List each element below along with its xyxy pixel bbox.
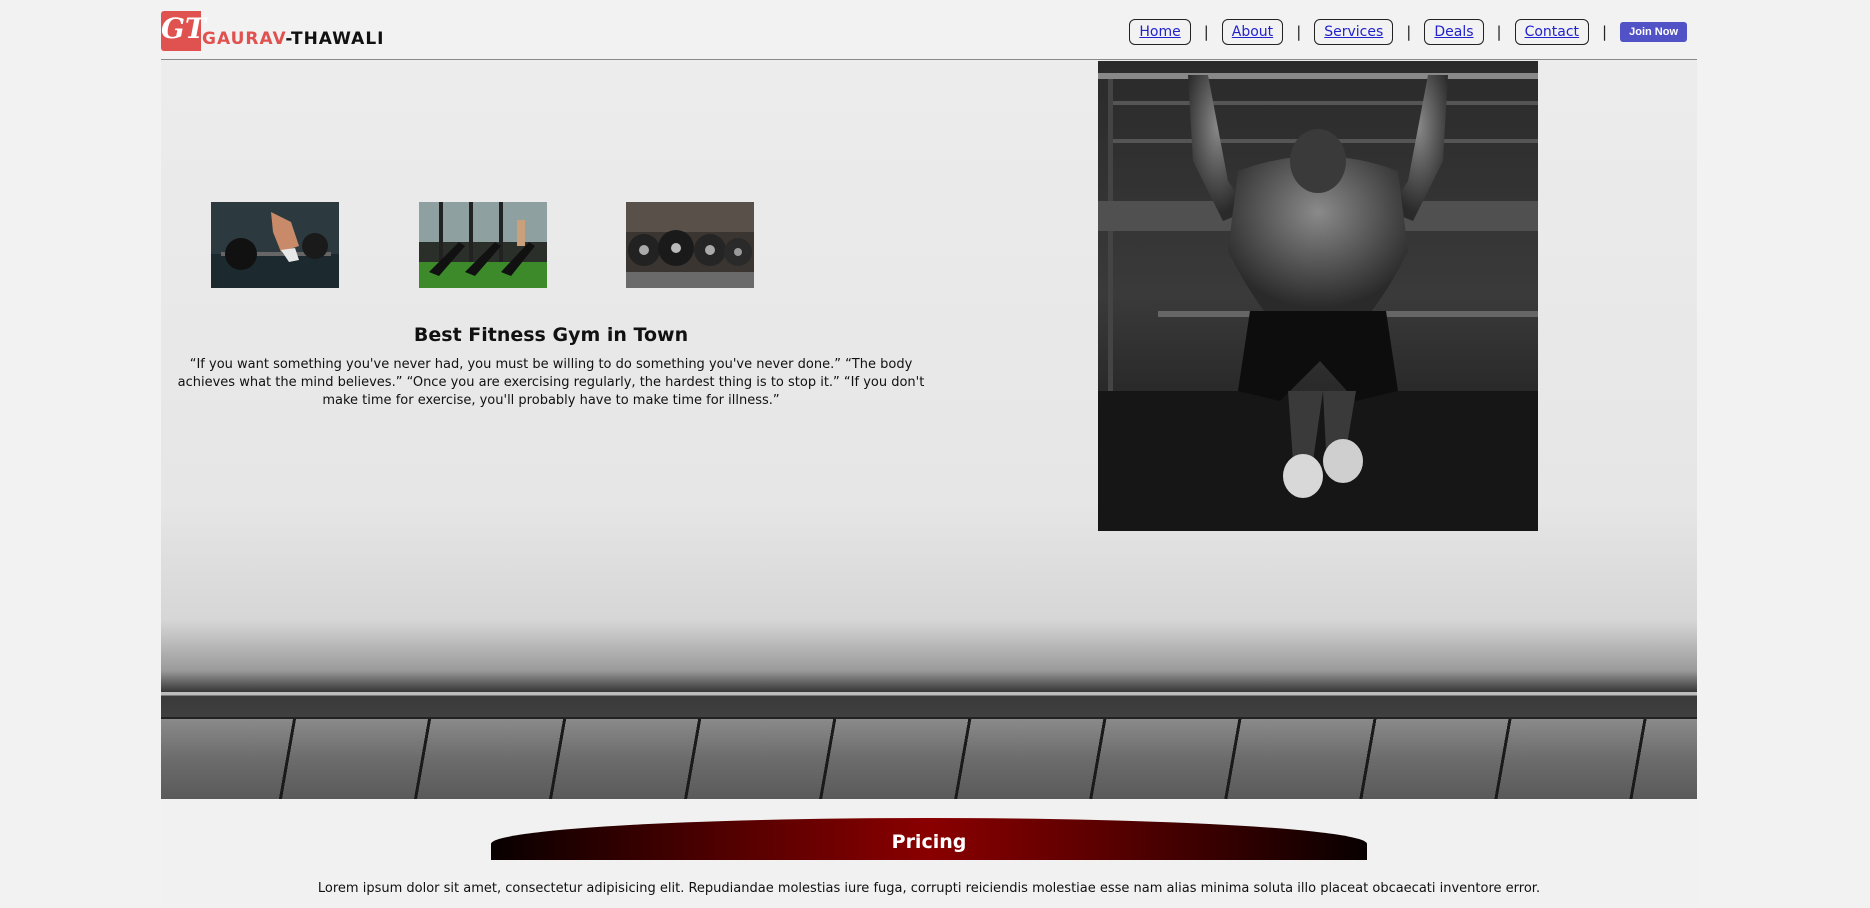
nav-separator: | <box>1496 23 1502 41</box>
pricing-section: Pricing Lorem ipsum dolor sit amet, cons… <box>161 799 1697 908</box>
site-header: GT GAURAV-THAWALI Home | About | Service… <box>161 0 1697 60</box>
wooden-floor <box>161 719 1697 799</box>
hero-quote: “If you want something you've never had,… <box>177 357 925 408</box>
wall-shadow <box>161 620 1697 692</box>
logo-first-name: GAURAV <box>202 29 286 49</box>
nav-deals-link[interactable]: Deals <box>1424 19 1484 45</box>
pull-up-athlete-photo <box>1098 61 1538 531</box>
pricing-banner: Pricing <box>491 818 1367 860</box>
logo-last-name: THAWALI <box>290 29 385 49</box>
main-nav: Home | About | Services | Deals | Contac… <box>1129 19 1687 45</box>
nav-separator: | <box>1406 23 1412 41</box>
nav-services-link[interactable]: Services <box>1314 19 1394 45</box>
barbell-lift-photo <box>211 202 339 288</box>
nav-contact-link[interactable]: Contact <box>1514 19 1590 45</box>
logo[interactable]: GT GAURAV-THAWALI <box>161 9 385 51</box>
nav-about-link[interactable]: About <box>1221 19 1284 45</box>
nav-separator: | <box>1602 23 1608 41</box>
weight-plates-photo <box>626 202 754 288</box>
hero-title: Best Fitness Gym in Town <box>413 323 689 346</box>
logo-badge: GT <box>161 11 206 51</box>
join-now-button[interactable]: Join Now <box>1620 22 1687 42</box>
pricing-title: Pricing <box>891 831 967 853</box>
hero-section: Best Fitness Gym in Town “If you want so… <box>161 60 1697 799</box>
pricing-description: Lorem ipsum dolor sit amet, consectetur … <box>317 881 1541 896</box>
nav-separator: | <box>1296 23 1302 41</box>
nav-separator: | <box>1203 23 1209 41</box>
nav-home-link[interactable]: Home <box>1129 19 1191 45</box>
logo-text: GAURAV-THAWALI <box>202 27 385 51</box>
treadmills-photo <box>419 202 547 288</box>
